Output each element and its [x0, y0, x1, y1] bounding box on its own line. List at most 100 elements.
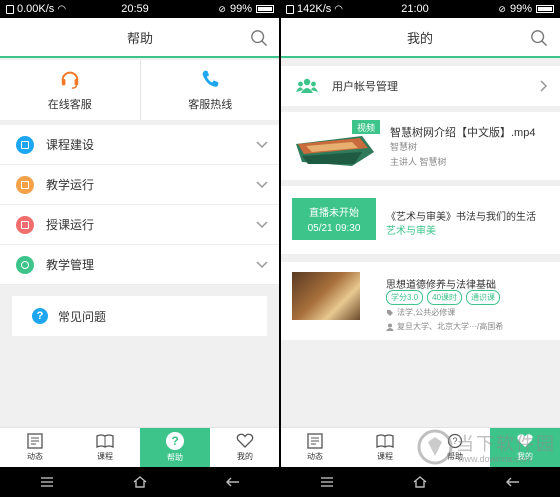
tab-courses[interactable]: 课程 [350, 428, 420, 467]
course-card[interactable]: 思想道德修养与法律基础 学分3.0 40课时 通识课 法学,公共必修课 复旦大学… [280, 262, 560, 340]
tab-label: 动态 [27, 452, 43, 461]
video-lecturer: 主讲人 智慧树 [390, 157, 447, 167]
book-icon [96, 434, 114, 449]
course-category-row: 法学,公共必修课 [386, 307, 455, 318]
chevron-down-icon [256, 260, 268, 268]
news-icon [307, 433, 323, 449]
category-teaching-operation[interactable]: 教学运行 [0, 165, 280, 205]
tab-label: 我的 [237, 452, 253, 461]
category-course-building[interactable]: 课程建设 [0, 125, 280, 165]
live-course-link[interactable]: 艺术与审美 [386, 222, 436, 237]
battery-icon [256, 5, 274, 13]
faq-button[interactable]: ? 常见问题 [12, 296, 267, 336]
tag-hours: 40课时 [427, 290, 463, 305]
search-icon[interactable] [250, 29, 268, 47]
course-building-icon [16, 135, 34, 154]
status-bar: 142K/s ◠ 21:00 ⊘ 99% [280, 0, 560, 18]
tab-label: 课程 [97, 452, 113, 461]
page-title: 我的 [406, 30, 433, 46]
live-status: 直播未开始 [309, 208, 359, 219]
category-lecture-operation[interactable]: 授课运行 [0, 205, 280, 245]
video-badge: 视频 [352, 120, 380, 134]
lecture-operation-icon [16, 215, 34, 234]
back-icon[interactable] [225, 476, 241, 488]
heart-icon [236, 433, 254, 448]
faq-label: 常见问题 [58, 309, 107, 324]
system-nav-bar [280, 467, 560, 497]
wifi-icon: ◠ [334, 3, 343, 15]
watermark-url: www.downxia.com [458, 454, 533, 464]
course-thumbnail [292, 272, 360, 320]
service-row: 在线客服 客服热线 [0, 60, 280, 120]
live-card[interactable]: 直播未开始 05/21 09:30 《艺术与审美》书法与我们的生活 艺术与审美 [280, 186, 560, 254]
wifi-icon: ◠ [57, 3, 67, 15]
title-bar: 我的 [280, 18, 560, 58]
live-status-box: 直播未开始 05/21 09:30 [292, 198, 376, 240]
status-bar: 0.00K/s ◠ 20:59 ⊘ 99% [0, 0, 280, 18]
live-time: 05/21 09:30 [307, 223, 361, 234]
person-icon [386, 323, 394, 331]
course-tags: 学分3.0 40课时 通识课 [386, 290, 501, 305]
course-title: 思想道德修养与法律基础 [386, 280, 496, 291]
category-label: 教学管理 [46, 258, 95, 272]
book-icon [376, 434, 394, 449]
tab-news[interactable]: 动态 [280, 428, 350, 467]
pane-divider [279, 0, 281, 497]
system-nav-bar [0, 467, 280, 497]
network-speed: 0.00K/s [17, 3, 55, 15]
course-category: 法学,公共必修课 [397, 308, 456, 317]
watermark-text: 当下软件园 [456, 434, 556, 455]
sim-icon [286, 4, 294, 14]
network-speed: 142K/s [297, 3, 332, 15]
tab-mine[interactable]: 我的 [210, 428, 280, 467]
mute-icon: ⊘ [218, 3, 226, 14]
menu-icon[interactable] [319, 476, 335, 488]
tab-label: 动态 [307, 452, 323, 461]
question-icon: ? [32, 308, 48, 324]
category-teaching-management[interactable]: 教学管理 [0, 245, 280, 285]
menu-icon[interactable] [39, 476, 55, 488]
tab-courses[interactable]: 课程 [70, 428, 140, 467]
tab-label: 课程 [377, 452, 393, 461]
back-icon[interactable] [505, 476, 521, 488]
tag-credits: 学分3.0 [386, 290, 424, 305]
video-title: 智慧树网介绍【中文版】.mp4 [390, 127, 536, 139]
account-management-row[interactable]: 用户帐号管理 [280, 66, 560, 106]
help-category-list: 课程建设 教学运行 授课运行 教学管理 [0, 125, 280, 285]
home-icon[interactable] [132, 476, 148, 488]
watermark-logo-icon [417, 429, 453, 465]
home-icon[interactable] [412, 476, 428, 488]
clock: 21:00 [401, 3, 429, 15]
battery-icon [536, 5, 554, 13]
tab-news[interactable]: 动态 [0, 428, 70, 467]
chevron-down-icon [256, 140, 268, 148]
tag-type: 通识课 [466, 290, 501, 305]
page-title: 帮助 [126, 30, 153, 46]
tab-label: 帮助 [167, 453, 183, 462]
users-icon [296, 78, 318, 93]
category-label: 教学运行 [46, 178, 95, 192]
search-icon[interactable] [530, 29, 548, 47]
watermark: 当下软件园 www.downxia.com [416, 428, 558, 468]
battery-percent: 99% [229, 3, 252, 15]
course-schools: 复旦大学、北京大学···/高国希 [397, 322, 504, 331]
hotline-button[interactable]: 客服热线 [139, 60, 281, 120]
tab-help[interactable]: ? 帮助 [140, 428, 210, 467]
chevron-down-icon [256, 220, 268, 228]
hotline-label: 客服热线 [188, 99, 233, 111]
screenshot-root: 0.00K/s ◠ 20:59 ⊘ 99% 帮助 在线客服 客服热线 课程建设 … [0, 0, 560, 497]
teaching-management-icon [16, 255, 34, 274]
phone-icon [202, 70, 219, 87]
help-icon: ? [166, 432, 184, 450]
title-bar: 帮助 [0, 18, 280, 58]
news-icon [27, 433, 43, 449]
headset-icon [61, 71, 79, 89]
video-card[interactable]: 视频 智慧树网介绍【中文版】.mp4 智慧树 主讲人 智慧树 [280, 112, 560, 180]
tag-icon [387, 309, 393, 316]
account-management-label: 用户帐号管理 [332, 81, 398, 93]
category-label: 课程建设 [46, 138, 95, 152]
online-service-button[interactable]: 在线客服 [0, 60, 140, 120]
video-org: 智慧树 [390, 142, 418, 152]
chevron-down-icon [256, 180, 268, 188]
sim-icon [6, 4, 14, 14]
